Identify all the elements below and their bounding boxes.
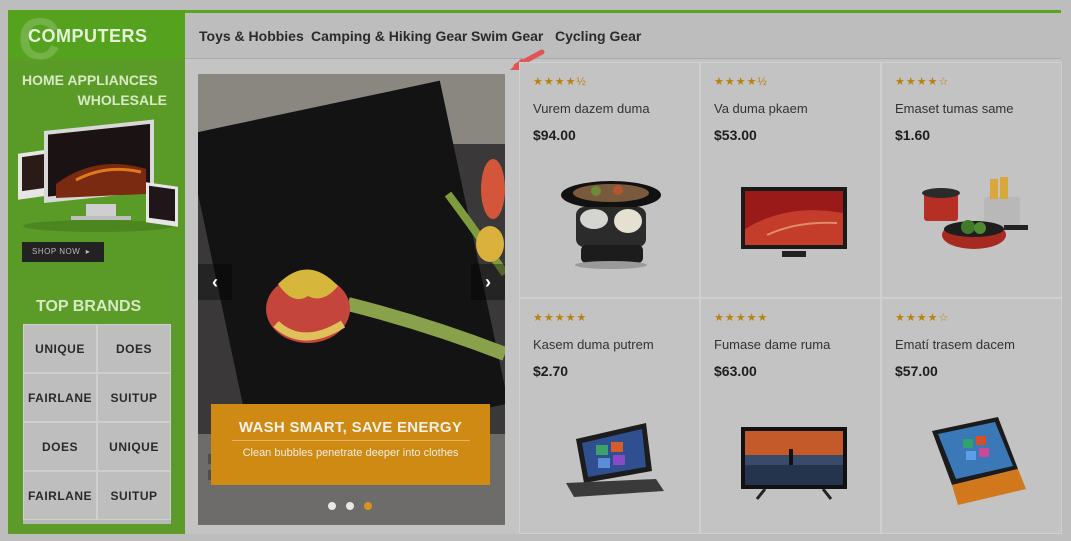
product-name[interactable]: Ematí trasem dacem: [895, 337, 1015, 352]
brand-name: SUITUP: [110, 488, 158, 503]
brand-logo-tile[interactable]: UNIQUE: [23, 324, 97, 373]
brand-name: UNIQUE: [109, 439, 159, 454]
chevron-left-icon: ‹: [212, 272, 218, 292]
tv-icon: [741, 427, 847, 500]
slider-prev-button[interactable]: ‹: [198, 264, 232, 300]
product-card[interactable]: ★★★★☆ Emaset tumas same $1.60: [881, 62, 1062, 298]
top-brands-title: TOP BRANDS: [23, 290, 171, 324]
rating-stars: ★★★★★: [533, 312, 588, 324]
caption-divider: [231, 440, 470, 441]
computer-display-icon: [18, 119, 178, 232]
brand-name: SUITUP: [110, 390, 158, 405]
slider-dot[interactable]: [346, 502, 354, 510]
top-category-nav: Toys & Hobbies Camping & Hiking Gear Swi…: [185, 13, 1061, 59]
product-price: $94.00: [533, 127, 576, 143]
slider-dot-active[interactable]: [364, 502, 372, 510]
product-card[interactable]: ★★★★☆ Ematí trasem dacem $57.00: [881, 298, 1062, 534]
tv-icon: [741, 187, 847, 257]
rating-stars: ★★★★☆: [895, 76, 950, 88]
tablet-laptop-icon: [932, 417, 1026, 505]
category-title: COMPUTERS: [28, 26, 148, 46]
top-brands-panel: TOP BRANDS UNIQUE DOES FAIRLANE SUITUP D…: [23, 290, 171, 524]
hero-slider[interactable]: ‹ › WASH SMART, SAVE ENERGY Clean bubble…: [198, 74, 505, 525]
brand-logo-tile[interactable]: SUITUP: [97, 471, 171, 520]
rating-stars: ★★★★½: [714, 76, 768, 88]
product-card[interactable]: ★★★★★ Kasem duma putrem $2.70: [519, 298, 700, 534]
product-price: $53.00: [714, 127, 757, 143]
left-sidebar: C COMPUTERS HOME APPLIANCES WHOLESALE SH…: [8, 7, 185, 534]
slider-dots: [328, 502, 372, 510]
brand-name: FAIRLANE: [28, 488, 92, 503]
slide-caption[interactable]: WASH SMART, SAVE ENERGY Clean bubbles pe…: [211, 404, 490, 485]
product-price: $63.00: [714, 363, 757, 379]
product-grid: ★★★★½ Vurem dazem duma $94.00 ★★★★½ Va d…: [519, 62, 1062, 534]
shop-now-label: SHOP NOW: [32, 247, 81, 256]
brand-name: FAIRLANE: [28, 390, 92, 405]
promo-line-2: WHOLESALE: [77, 92, 167, 108]
slider-next-button[interactable]: ›: [471, 264, 505, 300]
brand-logo-tile[interactable]: DOES: [23, 422, 97, 471]
shop-now-button[interactable]: SHOP NOW ▸: [22, 242, 104, 262]
laptop-icon: [566, 423, 664, 497]
slide-caption-text: Clean bubbles penetrate deeper into clot…: [242, 447, 459, 459]
nav-item-cycling-gear[interactable]: Cycling Gear: [555, 28, 641, 44]
product-card[interactable]: ★★★★½ Va duma pkaem $53.00: [700, 62, 881, 298]
product-name[interactable]: Vurem dazem duma: [533, 101, 650, 116]
promo-line-1: HOME APPLIANCES: [22, 72, 158, 88]
product-name[interactable]: Kasem duma putrem: [533, 337, 654, 352]
brand-logo-tile[interactable]: FAIRLANE: [23, 373, 97, 422]
rating-stars: ★★★★½: [533, 76, 587, 88]
product-price: $1.60: [895, 127, 931, 143]
product-name[interactable]: Emaset tumas same: [895, 101, 1014, 116]
cookware-icon: [922, 177, 1028, 249]
product-card[interactable]: ★★★★½ Vurem dazem duma $94.00: [519, 62, 700, 298]
slide-caption-title: WASH SMART, SAVE ENERGY: [238, 419, 463, 436]
brand-logo-tile[interactable]: SUITUP: [97, 373, 171, 422]
brand-logo-tile[interactable]: UNIQUE: [97, 422, 171, 471]
rating-stars: ★★★★☆: [895, 312, 950, 324]
nav-item-swim-gear[interactable]: Swim Gear: [471, 28, 543, 44]
brand-logo-tile[interactable]: DOES: [97, 324, 171, 373]
brand-grid: UNIQUE DOES FAIRLANE SUITUP DOES UNIQUE …: [23, 324, 171, 520]
slider-dot[interactable]: [328, 502, 336, 510]
brand-logo-tile[interactable]: FAIRLANE: [23, 471, 97, 520]
rating-stars: ★★★★★: [714, 312, 769, 324]
slow-cooker-icon: [561, 181, 661, 269]
product-card[interactable]: ★★★★★ Fumase dame ruma $63.00: [700, 298, 881, 534]
promo-banner[interactable]: HOME APPLIANCES WHOLESALE SHOP NOW ▸: [8, 62, 185, 280]
nav-item-camping-hiking[interactable]: Camping & Hiking Gear: [311, 28, 467, 44]
product-price: $57.00: [895, 363, 938, 379]
category-header[interactable]: C COMPUTERS: [8, 7, 185, 72]
brand-name: DOES: [41, 439, 78, 454]
product-price: $2.70: [533, 363, 569, 379]
brand-name: DOES: [115, 341, 152, 356]
chevron-right-icon: ›: [485, 272, 491, 292]
brand-name: UNIQUE: [35, 341, 85, 356]
nav-item-toys-hobbies[interactable]: Toys & Hobbies: [199, 28, 304, 44]
product-name[interactable]: Va duma pkaem: [714, 101, 808, 116]
product-name[interactable]: Fumase dame ruma: [714, 337, 830, 352]
